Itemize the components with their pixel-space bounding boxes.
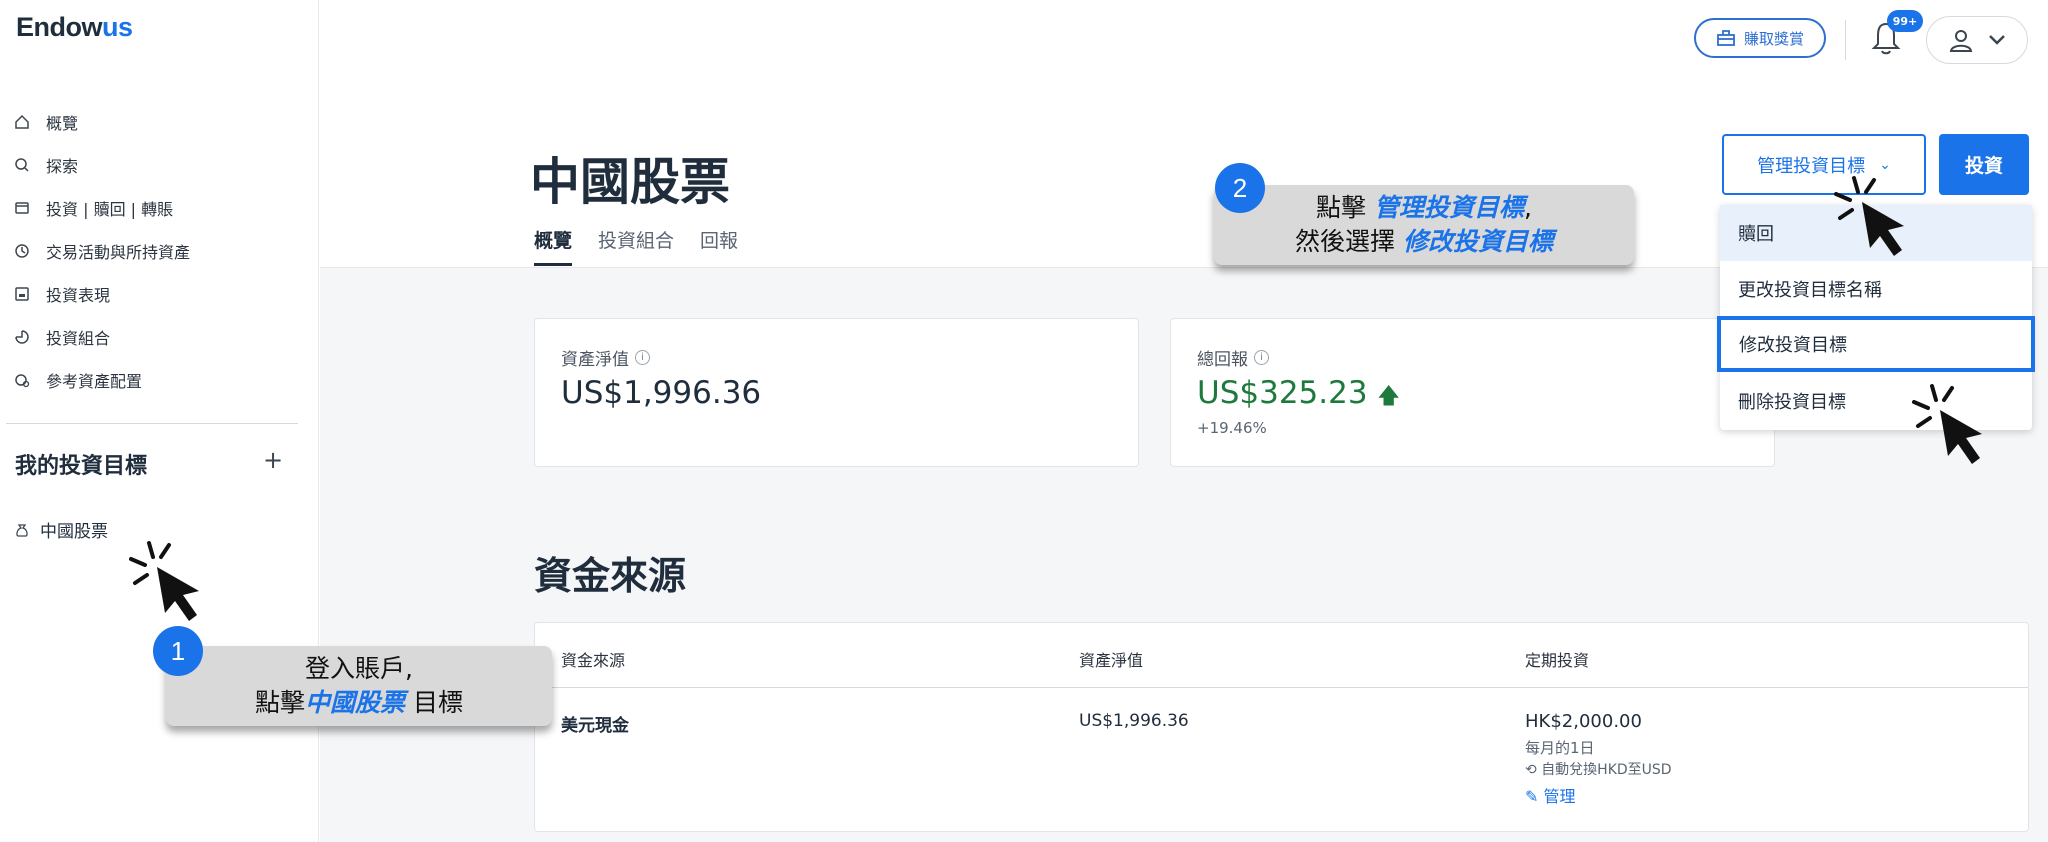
clock-icon xyxy=(15,243,29,258)
net-asset-value-card: 資產淨值 i US$1,996.36 xyxy=(534,318,1139,467)
exchange-icon: ⟲ xyxy=(1525,762,1537,778)
account-menu-button[interactable] xyxy=(1926,16,2028,64)
info-icon[interactable]: i xyxy=(1254,350,1269,365)
recurring-amount: HK$2,000.00 xyxy=(1525,711,1642,732)
add-goal-button[interactable]: + xyxy=(262,446,284,474)
pencil-icon: ✎ xyxy=(1525,787,1539,806)
menu-item-rename-goal[interactable]: 更改投資目標名稱 xyxy=(1720,261,2032,317)
menu-item-edit-goal[interactable]: 修改投資目標 xyxy=(1717,316,2035,372)
return-value: US$325.23 🡅 xyxy=(1197,375,1401,411)
chart-icon xyxy=(15,286,29,301)
sidebar-item-label: 參考資產配置 xyxy=(46,371,143,391)
sidebar-item-label: 交易活動與所持資產 xyxy=(46,242,191,262)
funding-source-heading: 資金來源 xyxy=(534,554,687,598)
chevron-down-icon xyxy=(1989,35,2005,45)
sidebar-item-label: 概覽 xyxy=(46,113,79,133)
tab-overview[interactable]: 概覽 xyxy=(534,226,573,266)
sidebar-item-transactions[interactable]: 交易活動與所持資產 xyxy=(14,229,190,272)
pie-icon xyxy=(15,329,29,344)
tab-portfolio[interactable]: 投資組合 xyxy=(598,226,674,266)
sidebar-goal-china-equity[interactable]: 中國股票 xyxy=(14,517,108,542)
wallet-icon xyxy=(15,201,29,214)
earn-rewards-button[interactable]: 賺取獎賞 xyxy=(1694,18,1826,58)
nav-label: 資產淨值 i xyxy=(561,345,650,370)
column-header-nav: 資產淨值 xyxy=(1079,651,1144,670)
click-pointer-icon xyxy=(129,541,199,621)
endowus-logo[interactable]: Endowus xyxy=(16,12,133,43)
click-pointer-icon xyxy=(1912,384,1982,464)
invest-button[interactable]: 投資 xyxy=(1939,134,2029,195)
search-icon xyxy=(15,157,29,172)
sidebar-item-label: 投資表現 xyxy=(46,285,111,305)
sidebar-nav: 概覽 探索 投資 | 贖回 | 轉賬 交易活動與所持資產 投資表現 投資組合 參… xyxy=(14,100,190,401)
instruction-callout-step-1: 登入賬戶, 點擊中國股票 目標 xyxy=(166,646,552,726)
goal-label: 中國股票 xyxy=(40,522,108,542)
sidebar-item-portfolio[interactable]: 投資組合 xyxy=(14,315,190,358)
sidebar-item-label: 探索 xyxy=(46,156,79,176)
instruction-callout-step-2: 點擊 管理投資目標, 然後選擇 修改投資目標 xyxy=(1214,185,1634,265)
click-pointer-icon xyxy=(1834,176,1904,256)
step-number-badge: 1 xyxy=(153,626,203,676)
gift-icon xyxy=(1717,30,1735,46)
manage-recurring-link[interactable]: ✎ 管理 xyxy=(1525,783,1576,807)
home-icon xyxy=(15,114,29,129)
return-label: 總回報 i xyxy=(1197,345,1269,370)
sidebar-item-explore[interactable]: 探索 xyxy=(14,143,190,186)
sidebar-item-label: 投資 | 贖回 | 轉賬 xyxy=(46,199,174,219)
sidebar-item-performance[interactable]: 投資表現 xyxy=(14,272,190,315)
funding-table: 資金來源 資產淨值 定期投資 美元現金 US$1,996.36 HK$2,000… xyxy=(534,622,2029,832)
topbar-divider xyxy=(1845,20,1846,60)
nav-value: US$1,996.36 xyxy=(561,375,762,411)
recurring-schedule: 每月的1日 xyxy=(1525,739,1595,757)
funding-source-value: 美元現金 xyxy=(561,716,629,736)
table-divider xyxy=(535,687,2028,688)
funding-nav-value: US$1,996.36 xyxy=(1079,711,1189,731)
user-icon xyxy=(1949,30,1973,52)
info-icon[interactable]: i xyxy=(635,350,650,365)
sidebar-item-invest[interactable]: 投資 | 贖回 | 轉賬 xyxy=(14,186,190,229)
step-number-badge: 2 xyxy=(1215,163,1265,213)
tab-returns[interactable]: 回報 xyxy=(700,226,738,266)
sidebar-item-overview[interactable]: 概覽 xyxy=(14,100,190,143)
arrow-up-icon: 🡅 xyxy=(1377,384,1401,409)
allocation-icon xyxy=(15,373,30,387)
sidebar-item-label: 投資組合 xyxy=(46,328,111,348)
page-title: 中國股票 xyxy=(530,153,730,211)
money-bag-icon xyxy=(16,523,28,537)
auto-convert-note: ⟲ 自動兌換HKD至USD xyxy=(1525,762,1672,778)
rewards-label: 賺取獎賞 xyxy=(1743,29,1804,48)
my-goals-heading: 我的投資目標 xyxy=(15,454,148,479)
return-percentage: +19.46% xyxy=(1197,419,1267,437)
column-header-source: 資金來源 xyxy=(561,651,626,670)
sidebar-item-allocation[interactable]: 參考資產配置 xyxy=(14,358,190,401)
notification-badge: 99+ xyxy=(1887,10,1923,32)
total-return-card: 總回報 i US$325.23 🡅 +19.46% xyxy=(1170,318,1775,467)
column-header-recurring: 定期投資 xyxy=(1525,651,1590,670)
goal-tabs: 概覽 投資組合 回報 xyxy=(534,226,738,266)
sidebar-divider xyxy=(6,423,298,424)
